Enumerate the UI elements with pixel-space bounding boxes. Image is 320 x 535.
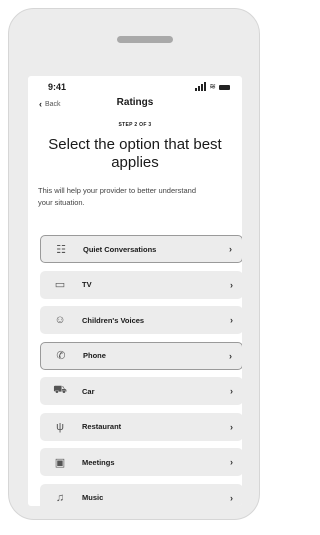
conversation-icon: ☷ [56, 243, 66, 256]
children-icon: ☺ [54, 314, 66, 326]
car-icon: ⛟ [53, 384, 67, 396]
chevron-right-icon: › [229, 350, 232, 361]
chevron-right-icon: › [229, 244, 232, 254]
chevron-right-icon: › [230, 492, 233, 503]
question-description: This will help your provider to better u… [38, 186, 196, 207]
step-indicator: STEP 2 OF 3 [118, 122, 152, 128]
option-label: Music [82, 493, 104, 502]
option-row[interactable]: ⛟ Car › [40, 377, 242, 405]
phone-icon: ✆ [56, 350, 66, 362]
music-icon: ♫ [55, 491, 65, 504]
device-speaker [117, 36, 173, 43]
option-label: Car [82, 386, 95, 396]
chevron-right-icon: › [230, 315, 233, 325]
page-title: Ratings [116, 97, 154, 108]
chevron-right-icon: › [230, 457, 233, 467]
restaurant-icon: ψ [56, 420, 64, 433]
battery-icon [219, 85, 230, 90]
chevron-right-icon: › [230, 421, 233, 432]
chevron-right-icon: › [230, 386, 233, 396]
option-label: Restaurant [82, 422, 122, 431]
option-row[interactable]: ♫ Music › [40, 483, 242, 506]
option-row[interactable]: ψ Restaurant › [40, 412, 242, 441]
status-bar: 9:41 ≋ [28, 76, 242, 96]
option-row[interactable]: ☷ Quiet Conversations › [40, 235, 242, 263]
option-label: Phone [83, 351, 106, 360]
meetings-icon: ▣ [54, 456, 66, 469]
option-label: Children's Voices [82, 315, 145, 325]
question-heading: Select the option that best applies [48, 136, 222, 171]
chevron-right-icon: › [230, 279, 233, 290]
status-icons: ≋ [195, 82, 230, 91]
nav-bar: ‹ Back Ratings [28, 96, 242, 118]
tv-icon: ▭ [54, 279, 66, 291]
wifi-icon: ≋ [209, 82, 216, 91]
phone-screen: 9:41 ≋ ‹ Back Ratings STEP 2 OF 3 Select… [28, 76, 242, 506]
option-label: TV [82, 280, 92, 289]
option-row[interactable]: ✆ Phone › [40, 341, 242, 370]
status-time: 9:41 [48, 82, 67, 92]
option-label: Quiet Conversations [83, 244, 157, 254]
option-row[interactable]: ☺ Children's Voices › [40, 306, 242, 334]
signal-icon [195, 82, 207, 91]
option-row[interactable]: ▣ Meetings › [40, 448, 242, 476]
option-row[interactable]: ▭ TV › [40, 270, 242, 299]
option-label: Meetings [82, 457, 115, 467]
